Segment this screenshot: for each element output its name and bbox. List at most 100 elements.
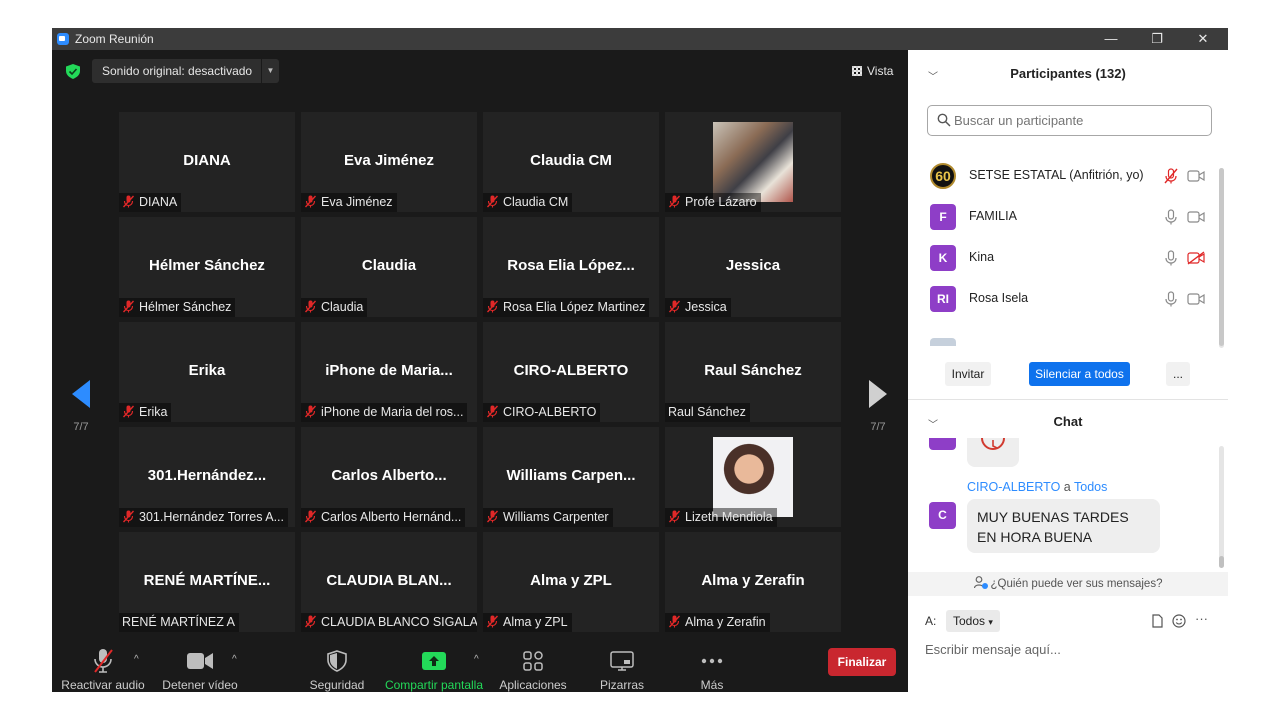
participant-label-text: Lizeth Mendiola (685, 510, 773, 524)
microphone-muted-icon (668, 195, 681, 208)
chevron-down-icon[interactable]: ▼ (261, 59, 279, 83)
invite-button[interactable]: Invitar (945, 362, 991, 386)
participant-row[interactable]: F FAMILIA (908, 197, 1218, 237)
grid-view-icon (852, 66, 862, 76)
participant-tile[interactable]: Jessica Jessica (665, 217, 841, 317)
participant-tile[interactable]: Claudia CM Claudia CM (483, 112, 659, 212)
participants-header: Participantes (132) (1010, 66, 1126, 81)
participant-tile[interactable]: RENÉ MARTÍNE... RENÉ MARTÍNEZ A (119, 532, 295, 632)
chat-sender-name[interactable]: CIRO-ALBERTO (967, 480, 1060, 494)
end-meeting-button[interactable]: Finalizar (828, 648, 896, 676)
previous-sender-avatar (929, 438, 956, 450)
participant-name: FAMILIA (969, 209, 1017, 223)
participant-tile[interactable]: Erika Erika (119, 322, 295, 422)
whiteboards-button[interactable]: Pizarras (592, 648, 652, 692)
chat-recipient-name[interactable]: Todos (1074, 480, 1107, 494)
participant-label-text: Claudia (321, 300, 364, 314)
video-camera-icon[interactable] (1187, 210, 1205, 224)
video-options-caret[interactable]: ^ (232, 654, 237, 665)
participant-label-text: Hélmer Sánchez (139, 300, 232, 314)
share-screen-button[interactable]: Compartir pantalla (382, 648, 486, 692)
participant-photo (713, 122, 793, 202)
audio-options-caret[interactable]: ^ (134, 654, 139, 665)
participant-tile[interactable]: Williams Carpen... Williams Carpenter (483, 427, 659, 527)
video-camera-icon[interactable] (1187, 292, 1205, 306)
participants-more-button[interactable]: ... (1166, 362, 1190, 386)
restore-button[interactable]: ❐ (1134, 28, 1180, 50)
participant-tile[interactable]: Raul Sánchez Raul Sánchez (665, 322, 841, 422)
participant-tile[interactable]: DIANA DIANA (119, 112, 295, 212)
participant-tile[interactable]: Lizeth Mendiola (665, 427, 841, 527)
participant-tile[interactable]: Alma y ZPL Alma y ZPL (483, 532, 659, 632)
more-dots-icon (701, 658, 723, 664)
apps-button[interactable]: Aplicaciones (496, 648, 570, 692)
participant-tile[interactable]: 301.Hernández... 301.Hernández Torres A..… (119, 427, 295, 527)
participant-display-name: CLAUDIA BLAN... (326, 572, 452, 589)
participant-search-input[interactable] (927, 105, 1212, 136)
share-screen-label: Compartir pantalla (384, 678, 484, 692)
recipient-select-value: Todos (953, 614, 986, 628)
zoom-window: Zoom Reunión — ❐ ✕ Sonido original: desa… (52, 28, 1228, 692)
participant-tile[interactable]: Carlos Alberto... Carlos Alberto Hernánd.… (301, 427, 477, 527)
video-off-icon[interactable] (1187, 251, 1205, 265)
microphone-muted-icon (94, 649, 113, 673)
participant-avatar: 60 (930, 163, 956, 189)
chevron-down-icon: ▾ (988, 617, 993, 627)
chat-scrollbar[interactable] (1219, 446, 1224, 568)
participant-tile[interactable]: Rosa Elia López... Rosa Elia López Martin… (483, 217, 659, 317)
previous-message-bubble (967, 438, 1019, 467)
participant-display-name: Jessica (725, 257, 781, 274)
participant-name-label: Jessica (665, 298, 731, 317)
apps-label: Aplicaciones (499, 678, 567, 692)
emoji-icon[interactable] (1172, 614, 1186, 628)
who-can-see-label: ¿Quién puede ver sus mensajes? (990, 578, 1163, 590)
microphone-icon[interactable] (1164, 209, 1178, 225)
next-page-button[interactable]: 7/7 (863, 380, 893, 433)
participant-tile[interactable]: Profe Lázaro (665, 112, 841, 212)
encryption-shield-icon[interactable] (66, 64, 80, 79)
microphone-muted-icon (304, 405, 317, 418)
stop-video-button[interactable]: Detener vídeo (156, 648, 244, 692)
participant-row[interactable]: RI Rosa Isela (908, 279, 1218, 319)
recipient-select[interactable]: Todos ▾ (946, 610, 1000, 632)
clock-emoji-icon (981, 438, 1005, 450)
minimize-button[interactable]: — (1088, 28, 1134, 50)
whiteboards-label: Pizarras (599, 678, 644, 692)
microphone-icon[interactable] (1164, 291, 1178, 307)
more-button[interactable]: Más (686, 648, 738, 692)
page-indicator-left: 7/7 (73, 421, 89, 433)
original-sound-toggle[interactable]: Sonido original: desactivado ▼ (92, 59, 279, 83)
participant-display-name: RENÉ MARTÍNE... (143, 572, 271, 589)
participant-tile[interactable]: Eva Jiménez Eva Jiménez (301, 112, 477, 212)
view-button[interactable]: Vista (852, 64, 893, 78)
participant-tile[interactable]: Claudia Claudia (301, 217, 477, 317)
close-button[interactable]: ✕ (1180, 28, 1226, 50)
share-options-caret[interactable]: ^ (474, 654, 479, 665)
participant-tile[interactable]: Hélmer Sánchez Hélmer Sánchez (119, 217, 295, 317)
previous-page-button[interactable]: 7/7 (66, 380, 96, 433)
who-can-see-link[interactable]: ¿Quién puede ver sus mensajes? (908, 572, 1228, 596)
participant-tile[interactable]: CIRO-ALBERTO CIRO-ALBERTO (483, 322, 659, 422)
mute-all-button[interactable]: Silenciar a todos (1029, 362, 1130, 386)
participant-label-text: Williams Carpenter (503, 510, 609, 524)
microphone-muted-icon[interactable] (1164, 168, 1178, 184)
participant-list-scrollbar[interactable] (1219, 168, 1224, 348)
participant-label-text: Jessica (685, 300, 727, 314)
participant-display-name: Claudia (361, 257, 417, 274)
participant-tile[interactable]: iPhone de Maria... iPhone de Maria del ro… (301, 322, 477, 422)
participant-tile[interactable]: CLAUDIA BLAN... CLAUDIA BLANCO SIGALA (301, 532, 477, 632)
chat-header: Chat (1053, 414, 1083, 429)
participant-display-name: Williams Carpen... (506, 467, 636, 484)
chat-message-input[interactable]: Escribir mensaje aquí... (925, 642, 1215, 657)
microphone-icon[interactable] (1164, 250, 1178, 266)
file-icon[interactable] (1150, 614, 1164, 628)
participant-tile[interactable]: Alma y Zerafin Alma y Zerafin (665, 532, 841, 632)
participant-row[interactable]: K Kina (908, 238, 1218, 278)
whiteboard-icon (610, 651, 634, 671)
microphone-muted-icon (304, 195, 317, 208)
security-button[interactable]: Seguridad (304, 648, 370, 692)
participant-row[interactable]: 60 SETSE ESTATAL (Anfitrión, yo) (908, 156, 1218, 196)
chat-more-button[interactable]: ··· (1195, 611, 1208, 626)
video-camera-icon[interactable] (1187, 169, 1205, 183)
participant-display-name: Alma y Zerafin (701, 572, 805, 589)
